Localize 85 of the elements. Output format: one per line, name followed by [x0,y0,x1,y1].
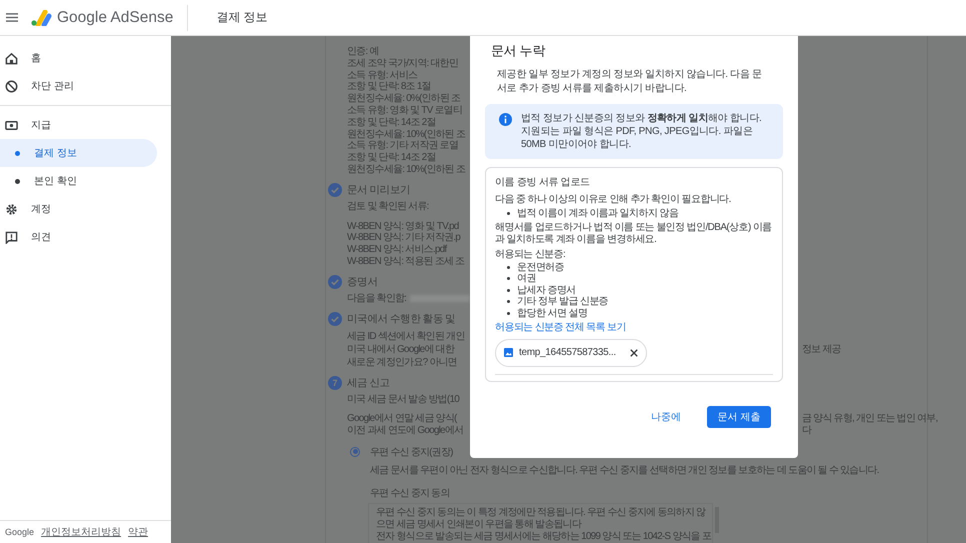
consent-paragraph: 우편 수신 중지 동의는 이 특정 계정에만 적용됩니다. 우편 수신 중지에 동의하지 않으면 세금 명세서 인쇄본이 우편을 통해 발송됩니다 [376,506,707,531]
dimmed-text: 미국 세금 문서 발송 방법(10 [347,394,459,406]
upload-title: 이름 증빙 서류 업로드 [495,176,591,189]
dimmed-text: 세금 ID 섹션에서 확인된 개인 [347,330,465,343]
dimmed-text: 다 [802,425,812,437]
full-list-link[interactable]: 허용되는 신분증 전체 목록 보기 [495,322,773,334]
dimmed-text: 금 양식 유형, 개인 또는 법인 여부, [802,413,938,426]
dialog-intro: 제공한 일부 정보가 계정의 정보와 일치하지 않습니다. 다음 문서로 추가 증빙 서류를 제출하시기 바랍니다. [496,68,763,96]
banknote-icon [5,118,18,132]
footer-link[interactable]: 약관 [128,525,148,539]
dimmed-text: W-8BEN 양식: 서비스.pdf [347,244,446,256]
bullet-icon [507,300,510,304]
dialog-title: 문서 누락 [490,42,546,60]
sidebar-item[interactable]: 결제 정보 [0,139,157,167]
bullet-icon [15,150,20,156]
footer-link[interactable]: 개인정보처리방침 [41,525,122,539]
close-icon[interactable] [630,348,638,356]
accepted-title: 허용되는 신분증: [495,249,566,260]
instruction-text: 해명서를 업로드하거나 법적 이름 또는 불인정 법인/DBA(상호) 이름과 일치하도록 계좌 이름을 변경하세요. [495,222,773,245]
dimmed-text: 다음을 확인함: [347,292,406,305]
dimmed-text: 정보 제공 [802,342,841,356]
dimmed-text: 원천징수세율: 10%(인하된 조 [347,128,466,140]
later-button[interactable]: 나중에 [637,406,695,428]
step-title: 증명서 [347,275,378,290]
menu-icon[interactable] [6,13,18,22]
radio-label: 우편 수신 중지(권장) [370,446,453,459]
bullet-icon [15,178,20,184]
sidebar-item[interactable]: 홈 [0,44,157,72]
app-name: Google AdSense [57,8,174,26]
dimmed-text: 조항 및 단락: 14조 2절 [347,116,436,129]
consent-paragraph: 전자 형식으로 발송되는 세금 명세서에는 해당하는 1099 양식 또는 1042-S 양식을 포 [376,530,712,543]
bullet-icon [507,312,510,315]
dimmed-text: W-8BEN 양식: 영화 및 TV.pd [347,220,459,232]
accepted-id-item: 납세자 증명서 [517,284,576,296]
accepted-id-item: 합당한 서면 설명 [517,308,588,319]
bullet-icon [507,266,510,269]
reason-item: 법적 이름이 계좌 이름과 일치하지 않음 [517,208,678,219]
sidebar-item[interactable]: 의견 [0,223,157,251]
sidebar-item[interactable]: 계정 [0,195,157,223]
dimmed-text: 소득 유형: 영화 및 TV 로열티 [347,104,462,117]
dimmed-text: W-8BEN 양식: 적용된 조세 조 [347,256,464,268]
step-title: 미국에서 수행한 활동 및 [347,312,456,326]
bullet-icon [507,212,510,215]
dimmed-text: 세금 문서를 우편이 아닌 전자 형식으로 수신합니다. 우편 수신 중지를 선택하면 개인 정보를 보호하는 데 도움이 될 수 있습니다. [369,464,880,477]
image-file-icon [504,348,513,357]
radio-button[interactable] [350,446,360,457]
dimmed-text: 인증: 예 [347,46,379,58]
dimmed-text: 원천징수세율: 0%(인하된 조 [347,93,460,105]
dimmed-text: 미국 내에서 Google에 대한 [347,342,454,356]
notice-text: 법적 정보가 신분증의 정보와 정확하게 일치해야 합니다. 지원되는 파일 형식은 PDF, PNG, JPEG입니다. 파일은 50MB 미만이어야 합니다. [521,112,762,151]
reason-intro: 다음 중 하나 이상의 이유로 인해 추가 확인이 필요합니다. [495,194,732,206]
dimmed-text: 소득 유형: 서비스 [347,70,418,82]
dimmed-text: 조세 조약 국가/지역: 대한민 [347,58,458,70]
accepted-id-item: 여권 [517,273,536,284]
step-title: 문서 미리보기 [347,183,410,198]
dimmed-text: 소득 유형: 기타 저작권 로열 [347,140,458,152]
submit-button[interactable]: 문서 제출 [707,406,771,428]
bullet-icon [507,288,510,292]
step-number: 7 [328,376,342,390]
feedback-icon [5,230,18,244]
dimmed-text: 검토 및 확인된 서류: [347,200,429,213]
step-title: 세금 신고 [347,376,390,390]
info-icon [499,113,512,126]
file-name: temp_164557587335... [519,347,616,358]
dimmed-text: 조항 및 단락: 14조 2절 [347,152,436,164]
accepted-id-item: 기타 정부 발급 신분증 [517,296,608,308]
sidebar-item[interactable]: 지급 [0,111,157,139]
accepted-id-item: 운전면허증 [517,262,564,273]
dimmed-text: 우편 수신 중지 동의 [369,486,451,500]
blurred-value [410,295,470,302]
dimmed-text: Google에서 연말 세금 양식( [347,413,457,426]
dimmed-text: 이전 과세 연도에 Google에서 [347,425,464,437]
block-icon [5,80,18,92]
logo-icon [30,10,52,26]
dimmed-text: W-8BEN 양식: 기타 저작권.p [347,232,460,244]
settings-icon [5,202,18,216]
page-title: 결제 정보 [216,9,268,26]
dimmed-text: 조항 및 단락: 8조 1절 [347,81,431,94]
dimmed-text: 새로운 계정인가요? 아니면 [347,356,457,369]
bullet-icon [507,277,510,280]
dimmed-text: 원천징수세율: 10%(인하된 조 [347,164,466,176]
home-icon [5,52,18,64]
sidebar-item[interactable]: 본인 확인 [0,167,157,195]
footer-brand: Google [5,527,34,537]
sidebar-item[interactable]: 차단 관리 [0,72,157,100]
